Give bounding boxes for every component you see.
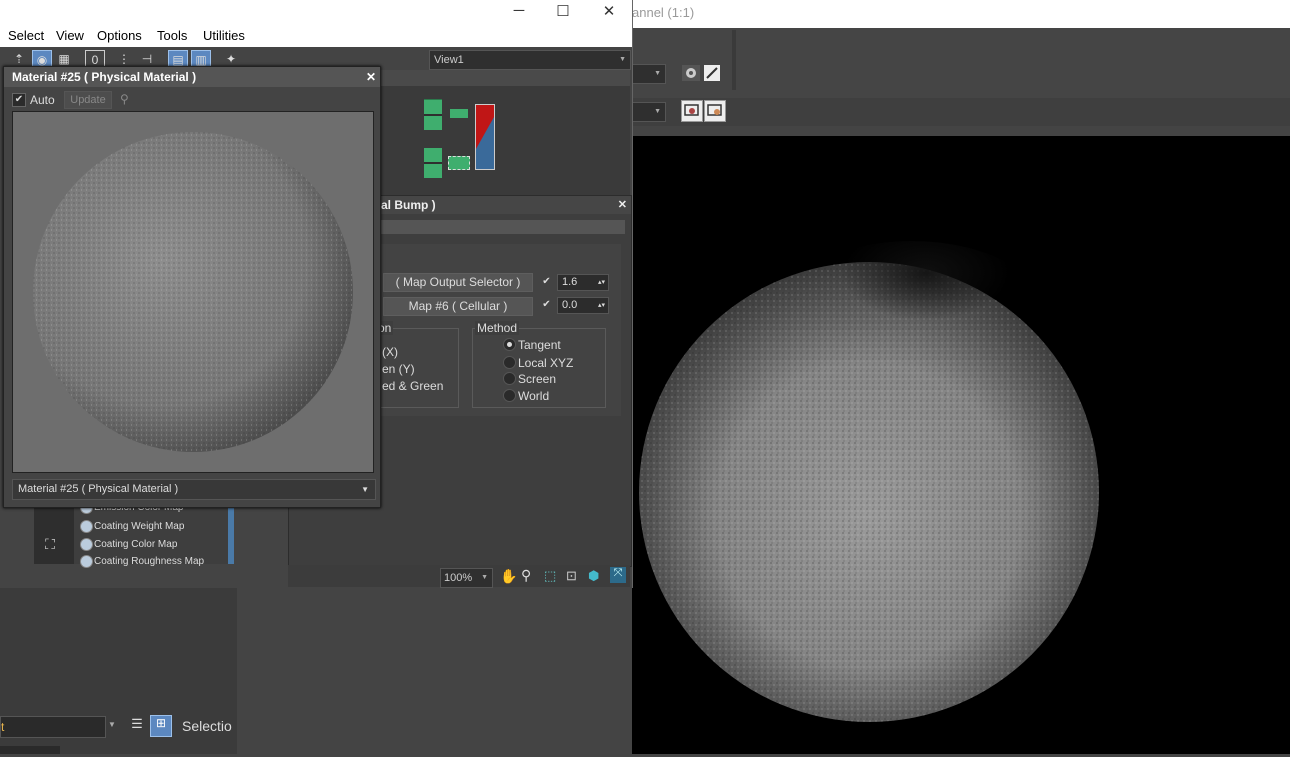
auto-label: Auto: [30, 93, 55, 107]
map-slot-coating-roughness[interactable]: Coating Roughness Map: [94, 556, 204, 567]
pin-icon[interactable]: ⚲: [120, 92, 129, 106]
map-slot-dot[interactable]: [80, 538, 93, 551]
slate-status-bar: 100% ✋ ⚲ ⬚ ⊡ ⬢ ⤧: [288, 565, 630, 588]
pan-hand-icon[interactable]: ✋: [500, 568, 517, 585]
selection-label: Selectio: [182, 718, 232, 734]
zoom-value: 100%: [444, 572, 473, 584]
material-preview-canvas[interactable]: [12, 111, 374, 473]
map-slot-dot[interactable]: [80, 520, 93, 533]
node-port-green-2[interactable]: [424, 148, 442, 178]
map-list: ⛶ Emission Color Map Coating Weight Map …: [34, 500, 234, 568]
rendered-sphere-image: [639, 241, 1099, 722]
view-dropdown-value: View1: [434, 54, 464, 66]
binoculars-icon[interactable]: ⛶: [38, 536, 62, 558]
node-port-green[interactable]: [424, 99, 442, 130]
render-preset-dropdown[interactable]: [632, 64, 666, 84]
channel-option-x[interactable]: (X): [382, 345, 398, 359]
material-preview-title: Material #25 ( Physical Material ): [12, 70, 197, 84]
row2-checkbox[interactable]: ✔: [541, 299, 552, 310]
render-icon[interactable]: [704, 65, 720, 81]
menu-utilities[interactable]: Utilities: [203, 28, 245, 43]
slate-menubar: Select View Options Tools Utilities: [0, 27, 632, 47]
zoom-region-icon[interactable]: ⬚: [544, 568, 556, 584]
map-output-selector-label: ( Map Output Selector ): [395, 275, 521, 289]
row1-spinner[interactable]: 1.6 ▴▾: [557, 274, 609, 291]
material-selector-dropdown[interactable]: Material #25 ( Physical Material ) ▼: [12, 479, 376, 500]
material-preview-close-icon[interactable]: ✕: [366, 67, 376, 87]
render-toolbar-bottom: [632, 98, 1290, 126]
layers-icon[interactable]: ☰: [128, 716, 146, 736]
render-toolbar-top: [632, 28, 1290, 98]
material-preview-sphere: [33, 132, 353, 452]
maximize-button[interactable]: ☐: [540, 2, 586, 20]
map-slot-dot[interactable]: [80, 555, 93, 568]
param-rollout: ( Map Output Selector ) ✔ 1.6 ▴▾ Map #6 (…: [376, 244, 621, 416]
map-slot-coating-color[interactable]: Coating Color Map: [94, 539, 177, 550]
menu-tools[interactable]: Tools: [157, 28, 187, 43]
scene-explorer-icon[interactable]: ⊞: [150, 715, 172, 737]
spinner-field[interactable]: [0, 746, 60, 754]
method-world-radio[interactable]: [503, 389, 516, 402]
command-panel-bottom: t ▼ ☰ ⊞ Selectio: [0, 712, 237, 754]
node-view-area[interactable]: ✕: [380, 70, 630, 195]
row2-spinner[interactable]: 0.0 ▴▾: [557, 297, 609, 314]
method-tangent-label[interactable]: Tangent: [518, 338, 561, 352]
pan-to-selected-icon[interactable]: ⤧: [610, 567, 626, 583]
cellular-map-label: Map #6 ( Cellular ): [408, 299, 508, 313]
method-world-label[interactable]: World: [518, 389, 549, 403]
render-frame-window: annel (1:1): [632, 0, 1290, 754]
method-tangent-radio[interactable]: [503, 338, 516, 351]
save-image-icon[interactable]: [704, 100, 726, 122]
render-area-dropdown[interactable]: [632, 102, 666, 122]
material-selector-value: Material #25 ( Physical Material ): [18, 483, 179, 495]
zoom-magnifier-icon[interactable]: ⚲: [521, 567, 531, 584]
zoom-extents-icon[interactable]: ⊡: [566, 568, 577, 584]
update-button[interactable]: Update: [64, 91, 112, 109]
menu-select[interactable]: Select: [8, 28, 44, 43]
method-screen-label[interactable]: Screen: [518, 372, 556, 386]
rendered-image-canvas[interactable]: [632, 136, 1290, 754]
material-preview-window: Material #25 ( Physical Material ) ✕ ✔ A…: [3, 66, 381, 508]
method-local-xyz-label[interactable]: Local XYZ: [518, 356, 573, 370]
minimize-button[interactable]: ─: [496, 2, 542, 19]
clone-rendered-icon[interactable]: [681, 100, 703, 122]
cellular-map-button[interactable]: Map #6 ( Cellular ): [383, 297, 533, 316]
selection-set-dropdown-arrow[interactable]: ▼: [108, 720, 116, 729]
slate-titlebar: ─ ☐ ✕: [0, 0, 632, 27]
bump-node-swatch[interactable]: [475, 104, 495, 170]
method-group-label: Method: [475, 321, 520, 335]
toolbar-divider: [732, 30, 736, 90]
map-slot-coating-weight[interactable]: Coating Weight Map: [94, 521, 184, 532]
method-group: Method Tangent Local XYZ Screen World: [472, 321, 606, 408]
row1-checkbox[interactable]: ✔: [541, 276, 552, 287]
selection-set-field[interactable]: t: [0, 716, 106, 738]
render-window-titlebar: annel (1:1): [632, 0, 1290, 28]
node-selected-box[interactable]: [448, 156, 470, 170]
view-dropdown[interactable]: View1: [429, 50, 631, 70]
zoom-selected-icon[interactable]: ⬢: [588, 568, 599, 584]
channel-group: on (X) en (Y) ed & Green: [376, 321, 459, 408]
zoom-dropdown[interactable]: 100%: [440, 568, 493, 588]
node-view-header: [380, 70, 630, 86]
method-local-xyz-radio[interactable]: [503, 356, 516, 369]
menu-options[interactable]: Options: [97, 28, 142, 43]
param-title-text: al Bump ): [381, 198, 436, 212]
auto-checkbox[interactable]: ✔: [12, 93, 26, 107]
param-name-field[interactable]: [381, 220, 625, 234]
map-output-selector-button[interactable]: ( Map Output Selector ): [383, 273, 533, 292]
row1-spinner-value: 1.6: [562, 276, 578, 288]
channel-option-y[interactable]: en (Y): [382, 362, 415, 376]
update-button-label: Update: [70, 94, 106, 106]
node-connector: [450, 109, 468, 118]
render-window-title: annel (1:1): [632, 5, 695, 20]
render-setup-icon[interactable]: [682, 65, 700, 81]
selection-set-value: t: [1, 720, 5, 734]
material-preview-titlebar: Material #25 ( Physical Material ) ✕: [4, 67, 380, 87]
method-screen-radio[interactable]: [503, 372, 516, 385]
channel-option-red-green[interactable]: ed & Green: [382, 379, 443, 393]
row2-spinner-value: 0.0: [562, 299, 578, 311]
menu-view[interactable]: View: [56, 28, 84, 43]
param-close-icon[interactable]: ✕: [618, 196, 627, 214]
close-button[interactable]: ✕: [586, 2, 632, 20]
